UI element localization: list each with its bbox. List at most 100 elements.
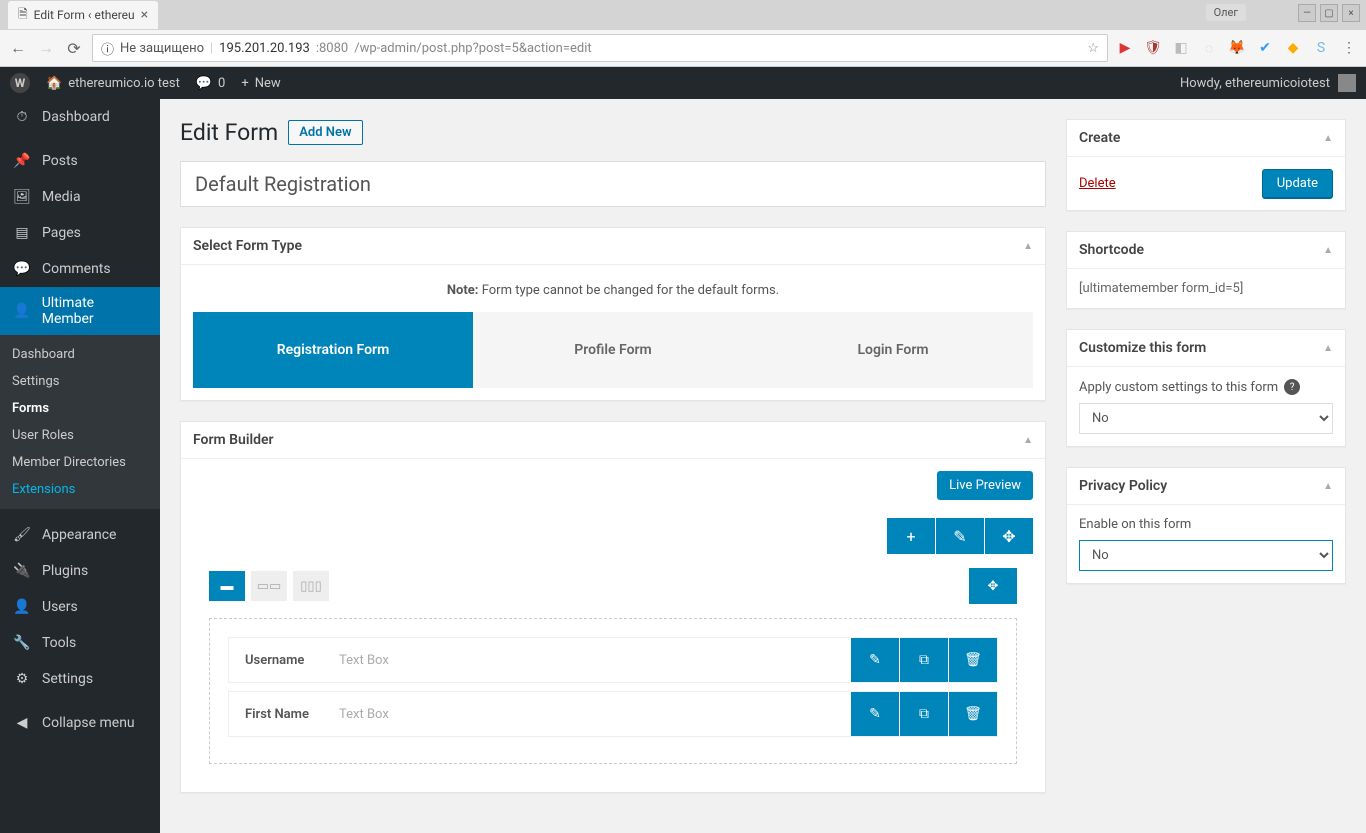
close-icon[interactable]: ×	[141, 7, 148, 23]
postbox-header[interactable]: Select Form Type ▲	[181, 228, 1045, 265]
address-bar: ← → ⟳ ⓘ Не защищено | 195.201.20.193:808…	[0, 30, 1366, 66]
comment-icon: 💬	[196, 76, 212, 91]
chevron-up-icon[interactable]: ▲	[1323, 133, 1333, 144]
layout-3col-button[interactable]: ▯▯▯	[293, 571, 329, 601]
ext-icon[interactable]: S	[1312, 39, 1330, 57]
form-type-note: Note: Form type cannot be changed for th…	[193, 277, 1033, 312]
submenu-dashboard[interactable]: Dashboard	[0, 341, 160, 368]
postbox-header[interactable]: Create ▲	[1067, 120, 1345, 157]
menu-ultimate-member[interactable]: 👤Ultimate Member	[0, 287, 160, 335]
ext-icon[interactable]: ◌	[1200, 39, 1218, 57]
edit-button[interactable]: ✎	[936, 518, 984, 554]
submenu-member-directories[interactable]: Member Directories	[0, 449, 160, 476]
submenu-extensions[interactable]: Extensions	[0, 476, 160, 503]
user-icon: 👤	[12, 597, 32, 617]
menu-plugins[interactable]: 🔌Plugins	[0, 553, 160, 589]
delete-field-button[interactable]: 🗑	[949, 692, 997, 736]
move-button[interactable]: ✥	[985, 518, 1033, 554]
ext-icon[interactable]: ✔	[1256, 39, 1274, 57]
url-host: 195.201.20.193	[219, 41, 310, 56]
duplicate-field-button[interactable]: ⧉	[900, 638, 948, 682]
layout-2col-button[interactable]: ▭▭	[251, 571, 287, 601]
add-new-button[interactable]: Add New	[288, 120, 362, 145]
edit-field-button[interactable]: ✎	[851, 692, 899, 736]
chevron-up-icon[interactable]: ▲	[1323, 245, 1333, 256]
menu-users[interactable]: 👤Users	[0, 589, 160, 625]
window-controls: — ▢ ×	[1298, 4, 1360, 22]
maximize-icon[interactable]: ▢	[1320, 4, 1338, 22]
postbox-header[interactable]: Privacy Policy ▲	[1067, 468, 1345, 505]
avatar-icon	[1338, 74, 1356, 92]
forward-button: →	[36, 38, 56, 58]
browser-chrome: 🗎 Edit Form ‹ ethereu × Олег — ▢ × ← → ⟳…	[0, 0, 1366, 67]
postbox-header[interactable]: Shortcode ▲	[1067, 232, 1345, 269]
submenu-ultimate-member: Dashboard Settings Forms User Roles Memb…	[0, 335, 160, 509]
menu-appearance[interactable]: 🖌Appearance	[0, 517, 160, 553]
form-title-input[interactable]	[180, 161, 1046, 207]
field-row[interactable]: First Name Text Box ✎ ⧉ 🗑	[228, 691, 998, 737]
submenu-user-roles[interactable]: User Roles	[0, 422, 160, 449]
browser-tab[interactable]: 🗎 Edit Form ‹ ethereu ×	[8, 1, 158, 29]
delete-field-button[interactable]: 🗑	[949, 638, 997, 682]
postbox-header[interactable]: Form Builder ▲	[181, 422, 1045, 459]
delete-link[interactable]: Delete	[1079, 176, 1116, 191]
chevron-up-icon[interactable]: ▲	[1323, 343, 1333, 354]
arrow-left-icon: ◀	[12, 713, 32, 733]
section-move-button[interactable]: ✥	[969, 568, 1017, 604]
close-window-icon[interactable]: ×	[1342, 4, 1360, 22]
pencil-icon: ✎	[869, 706, 881, 722]
chevron-up-icon[interactable]: ▲	[1023, 241, 1033, 252]
wp-logo-icon[interactable]: W	[10, 73, 30, 93]
customize-select[interactable]: No	[1079, 403, 1333, 434]
form-type-registration[interactable]: Registration Form	[193, 312, 473, 388]
minimize-icon[interactable]: —	[1298, 4, 1316, 22]
menu-posts[interactable]: 📌Posts	[0, 143, 160, 179]
security-label: Не защищено	[120, 41, 204, 56]
ext-icon[interactable]: ◧	[1172, 39, 1190, 57]
ext-icon[interactable]: ▶	[1116, 39, 1134, 57]
privacy-select[interactable]: No	[1079, 540, 1333, 571]
url-input[interactable]: ⓘ Не защищено | 195.201.20.193:8080/wp-a…	[92, 34, 1108, 62]
postbox-header[interactable]: Customize this form ▲	[1067, 330, 1345, 367]
layout-buttons: ▬ ▭▭ ▯▯▯	[209, 571, 329, 601]
menu-icon[interactable]: ⋮	[1340, 39, 1358, 57]
menu-pages[interactable]: ▤Pages	[0, 215, 160, 251]
menu-tools[interactable]: 🔧Tools	[0, 625, 160, 661]
field-label: First Name	[229, 695, 339, 734]
privacy-label: Enable on this form	[1079, 517, 1333, 532]
back-button[interactable]: ←	[8, 38, 28, 58]
media-icon: 🖼	[12, 187, 32, 207]
edit-field-button[interactable]: ✎	[851, 638, 899, 682]
user-menu[interactable]: Howdy, ethereumicoiotest	[1180, 74, 1356, 92]
layout-1col-button[interactable]: ▬	[209, 571, 245, 601]
page-icon: ▤	[12, 223, 32, 243]
comments-link[interactable]: 💬 0	[196, 76, 226, 91]
menu-media[interactable]: 🖼Media	[0, 179, 160, 215]
bookmark-icon[interactable]: ☆	[1087, 41, 1099, 56]
comment-icon: 💬	[12, 259, 32, 279]
ext-icon[interactable]: 🦊	[1228, 39, 1246, 57]
ext-icon[interactable]: 🛡	[1144, 39, 1162, 57]
submenu-forms[interactable]: Forms	[0, 395, 160, 422]
site-link[interactable]: 🏠 ethereumico.io test	[46, 76, 180, 91]
submenu-settings[interactable]: Settings	[0, 368, 160, 395]
ext-icon[interactable]: ◆	[1284, 39, 1302, 57]
menu-dashboard[interactable]: ⏱Dashboard	[0, 99, 160, 135]
field-row[interactable]: Username Text Box ✎ ⧉ 🗑	[228, 637, 998, 683]
collapse-menu[interactable]: ◀Collapse menu	[0, 705, 160, 741]
update-button[interactable]: Update	[1262, 169, 1333, 198]
help-icon[interactable]: ?	[1284, 379, 1300, 395]
chevron-up-icon[interactable]: ▲	[1023, 435, 1033, 446]
duplicate-field-button[interactable]: ⧉	[900, 692, 948, 736]
shortcode-box: Shortcode ▲ [ultimatemember form_id=5]	[1066, 231, 1346, 309]
form-type-login[interactable]: Login Form	[753, 312, 1033, 388]
add-field-button[interactable]: +	[887, 518, 935, 554]
new-link[interactable]: + New	[241, 76, 280, 91]
builder-section: ▬ ▭▭ ▯▯▯ ✥ Username Text Box ✎	[193, 568, 1033, 780]
menu-settings[interactable]: ⚙Settings	[0, 661, 160, 697]
chevron-up-icon[interactable]: ▲	[1323, 481, 1333, 492]
live-preview-button[interactable]: Live Preview	[937, 471, 1033, 500]
form-type-profile[interactable]: Profile Form	[473, 312, 753, 388]
reload-button[interactable]: ⟳	[64, 38, 84, 58]
menu-comments[interactable]: 💬Comments	[0, 251, 160, 287]
